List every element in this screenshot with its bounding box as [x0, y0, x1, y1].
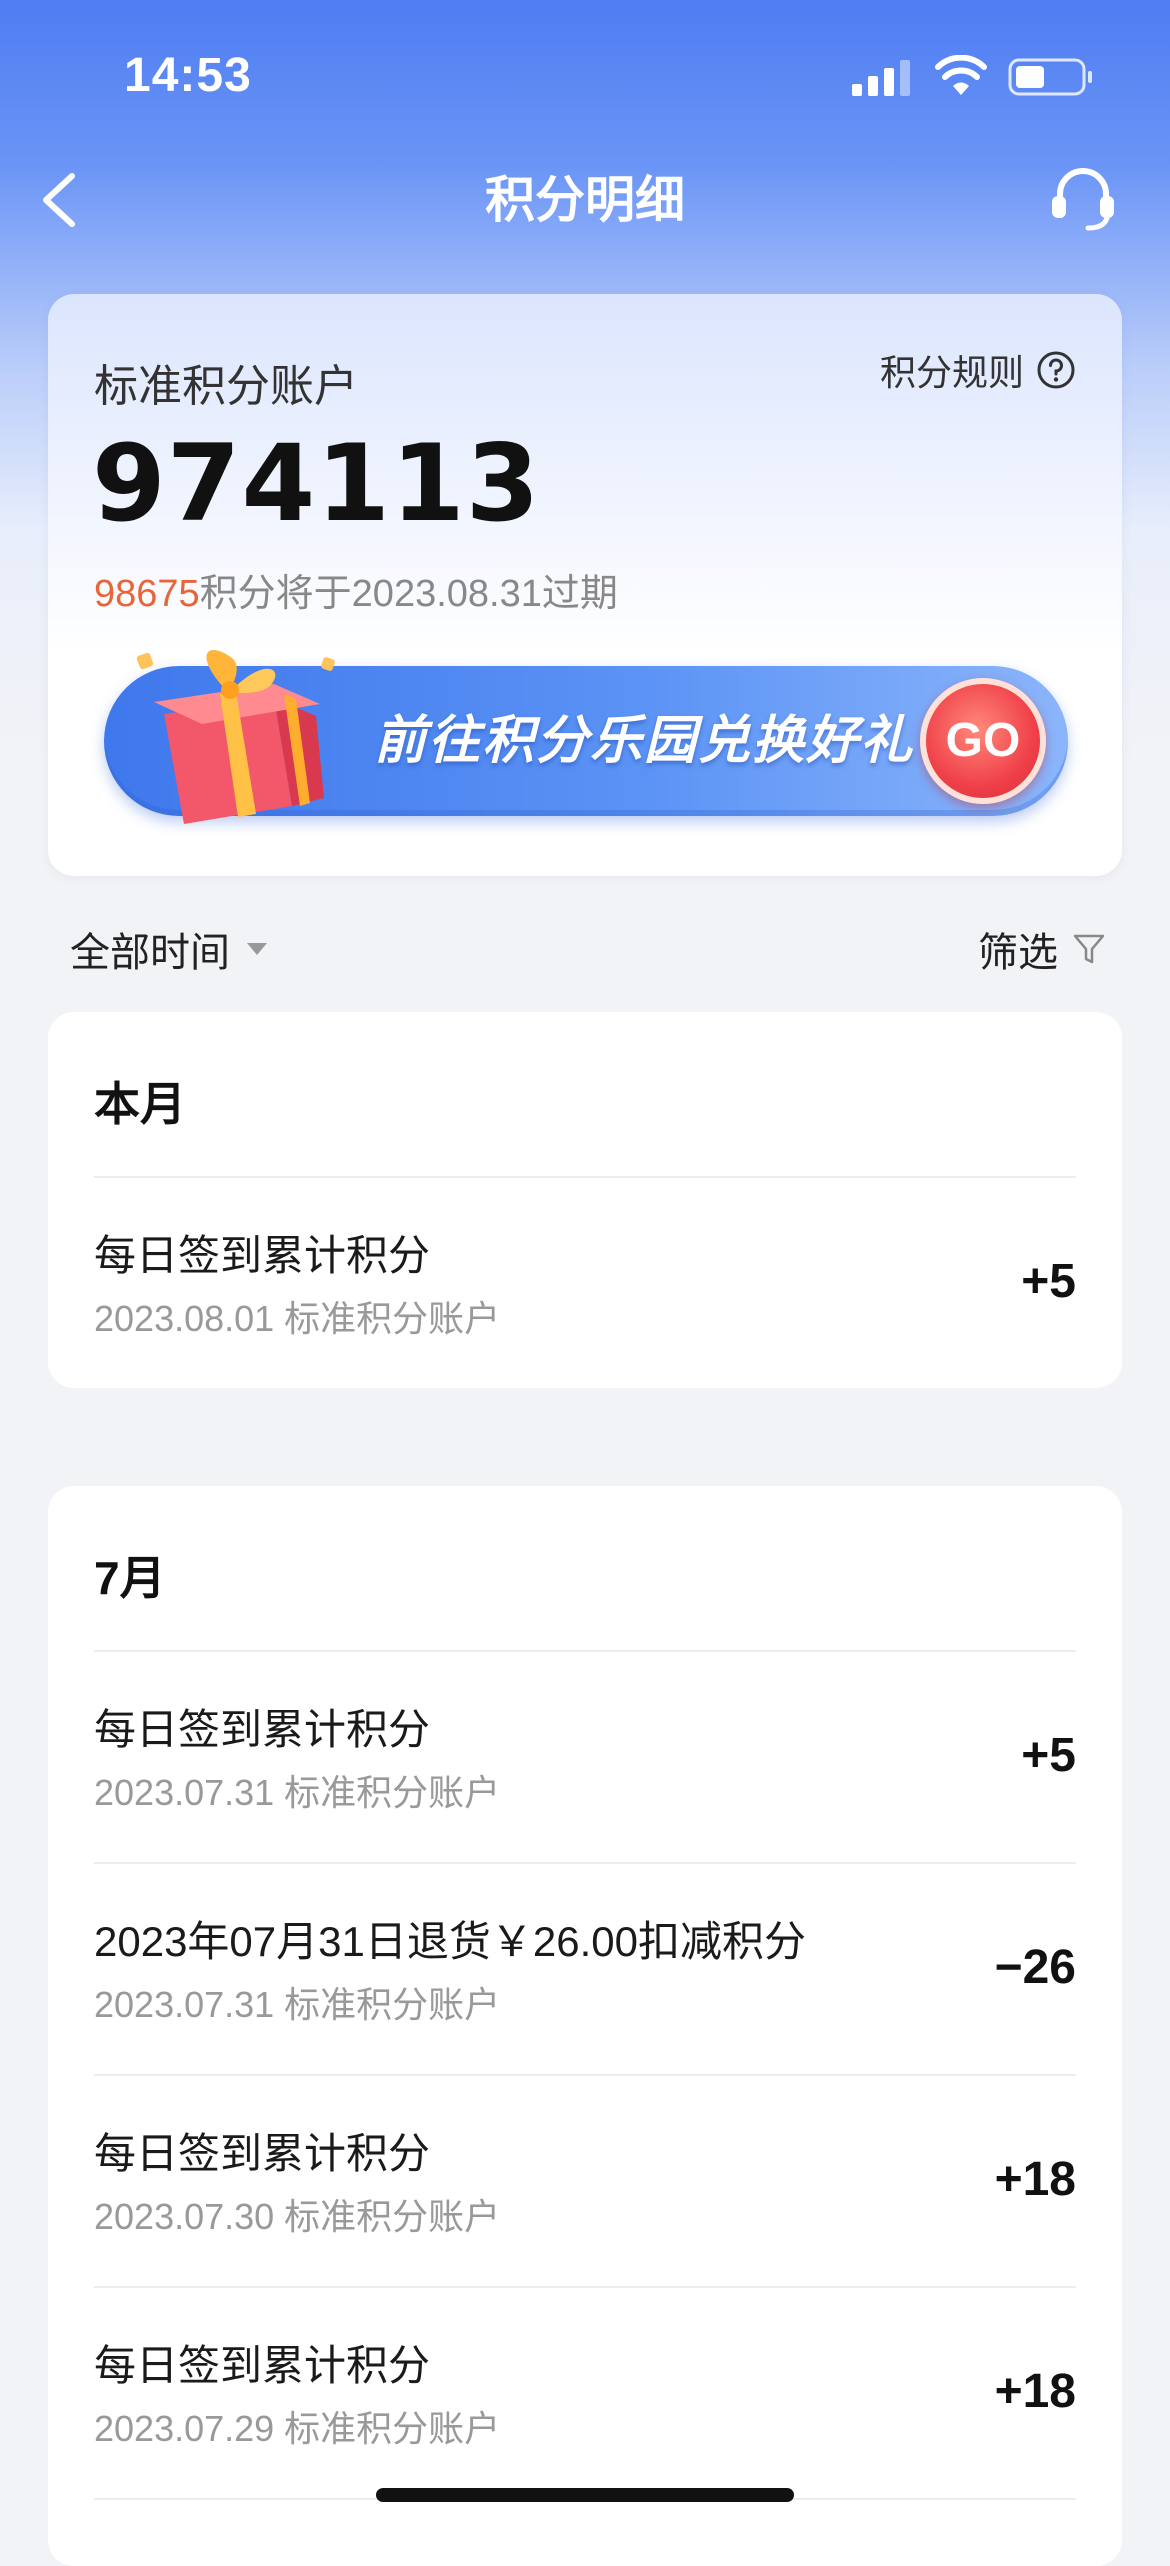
points-record[interactable]: 每日签到累计积分 2023.08.01 标准积分账户 +5 [94, 1178, 1076, 1388]
record-date-account: 2023.07.31 标准积分账户 [94, 1984, 501, 2025]
points-record[interactable]: 2023年07月31日退货￥26.00扣减积分 2023.07.31 标准积分账… [94, 1864, 1076, 2076]
record-amount: −26 [994, 1941, 1076, 1994]
go-button[interactable]: GO [920, 678, 1046, 804]
cellular-signal-icon [852, 60, 910, 96]
points-rules-label: 积分规则 [879, 352, 1024, 393]
expiring-points-text: 积分将于2023.08.31过期 [199, 573, 618, 615]
wifi-icon [935, 55, 987, 95]
record-amount: +5 [1021, 1255, 1076, 1308]
month-section-current: 本月 每日签到累计积分 2023.08.01 标准积分账户 +5 [48, 1012, 1122, 1388]
points-mall-banner[interactable]: 前往积分乐园兑换好礼 GO [104, 650, 1068, 824]
record-date-account: 2023.07.30 标准积分账户 [94, 2196, 501, 2237]
expiring-points-amount: 98675 [94, 573, 200, 615]
points-record[interactable]: 每日签到累计积分 2023.07.30 标准积分账户 +18 [94, 2076, 1076, 2288]
points-record[interactable]: 每日签到累计积分 2023.07.29 标准积分账户 +18 [94, 2288, 1076, 2500]
filter-row: 全部时间 筛选 [0, 912, 1170, 982]
record-title: 2023年07月31日退货￥26.00扣减积分 [94, 1918, 806, 1965]
record-amount: +5 [1021, 1729, 1076, 1782]
filter-button[interactable]: 筛选 [978, 920, 1106, 978]
month-section-july: 7月 每日签到累计积分 2023.07.31 标准积分账户 +5 2023年07… [48, 1486, 1122, 2566]
month-title: 本月 [94, 1078, 186, 1130]
filter-label: 筛选 [978, 931, 1058, 975]
customer-service-icon[interactable] [1048, 164, 1118, 236]
home-indicator [376, 2488, 794, 2502]
expiring-points-notice: 98675积分将于2023.08.31过期 [94, 562, 618, 617]
gift-box-icon [136, 650, 335, 824]
record-amount: +18 [994, 2153, 1076, 2206]
record-date-account: 2023.08.01 标准积分账户 [94, 1298, 501, 1339]
account-title: 标准积分账户 [94, 362, 358, 411]
battery-icon [1008, 58, 1092, 96]
record-amount: +18 [994, 2365, 1076, 2418]
page-title: 积分明细 [485, 172, 685, 228]
time-range-dropdown[interactable]: 全部时间 [70, 920, 268, 978]
banner-text: 前往积分乐园兑换好礼 [374, 712, 915, 770]
question-circle-icon [1037, 351, 1075, 389]
points-rules-link[interactable]: 积分规则 [880, 344, 1076, 396]
points-total: 974113 [92, 422, 541, 545]
record-title: 每日签到累计积分 [94, 1232, 431, 1279]
funnel-icon [1073, 934, 1105, 964]
points-record[interactable]: 每日签到累计积分 2023.07.31 标准积分账户 +5 [94, 1652, 1076, 1864]
status-time: 14:53 [124, 49, 252, 102]
record-title: 每日签到累计积分 [94, 1706, 431, 1753]
time-range-label: 全部时间 [70, 931, 230, 975]
record-date-account: 2023.07.29 标准积分账户 [94, 2408, 501, 2449]
status-bar: 14:53 [0, 0, 1170, 150]
record-date-account: 2023.07.31 标准积分账户 [94, 1772, 501, 1813]
record-title: 每日签到累计积分 [94, 2342, 431, 2389]
month-title: 7月 [94, 1552, 166, 1604]
caret-down-icon [247, 943, 267, 955]
nav-bar: 积分明细 [0, 150, 1170, 250]
points-account-card: 标准积分账户 积分规则 974113 98675积分将于2023.08.31过期… [48, 294, 1122, 876]
record-title: 每日签到累计积分 [94, 2130, 431, 2177]
